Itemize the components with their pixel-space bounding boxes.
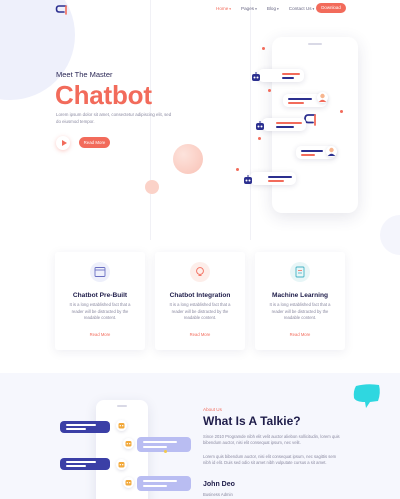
emoji-icon <box>164 450 167 453</box>
bubble-line <box>288 98 312 100</box>
avatar <box>123 477 134 488</box>
bubble-line <box>276 126 294 128</box>
bubble-line <box>66 461 96 463</box>
author-role: Business Admin <box>203 492 233 497</box>
nav-item-pages[interactable]: Pages▾ <box>241 6 257 11</box>
phone-notch <box>308 43 322 45</box>
user-icon <box>318 93 327 102</box>
bubble-line <box>143 441 177 443</box>
about-paragraph: Lorem quis bibendum auctor, nisi elit co… <box>203 454 337 466</box>
feature-icon-circle <box>290 262 310 282</box>
chevron-down-icon: ▾ <box>277 7 279 11</box>
nav-label: Pages <box>241 6 255 11</box>
feature-icon-circle <box>90 262 110 282</box>
hero-title: Chatbot <box>55 80 152 110</box>
feature-description: It is a long established fact that a rea… <box>269 302 331 320</box>
avatar <box>317 92 328 103</box>
top-navigation: Home▾ Pages▾ Blog▾ Contact Us▾ Download <box>0 0 400 20</box>
bubble-line <box>66 465 86 467</box>
decorative-circle <box>173 144 203 174</box>
background-blob <box>380 215 400 255</box>
bubble-line <box>301 150 323 152</box>
chat-bubble <box>262 118 306 131</box>
feature-card: Chatbot Pre-Built It is a long establish… <box>55 252 145 350</box>
feature-title: Chatbot Integration <box>169 292 231 299</box>
grid-line <box>250 0 251 240</box>
chat-bubble <box>60 458 110 470</box>
download-button[interactable]: Download <box>316 3 346 13</box>
lightbulb-icon <box>196 267 204 276</box>
bubble-line <box>276 122 302 124</box>
bubble-line <box>301 154 315 156</box>
chevron-down-icon: ▾ <box>312 7 315 11</box>
bubble-line <box>268 180 284 182</box>
chat-bubble <box>137 476 191 491</box>
decorative-dot <box>262 47 265 50</box>
robot-icon <box>252 72 260 81</box>
bubble-line <box>288 102 304 104</box>
nav-item-contact[interactable]: Contact Us▾ <box>289 6 315 11</box>
feature-description: It is a long established fact that a rea… <box>69 302 131 320</box>
decorative-dot <box>268 89 271 92</box>
robot-icon <box>118 462 125 468</box>
robot-icon <box>244 175 252 184</box>
speech-bubble-icon <box>353 384 380 408</box>
landing-page: Home▾ Pages▾ Blog▾ Contact Us▾ Download … <box>0 0 400 499</box>
feature-card: Chatbot Integration It is a long establi… <box>155 252 245 350</box>
main-menu: Home▾ Pages▾ Blog▾ Contact Us▾ <box>216 6 314 11</box>
bubble-line <box>282 73 300 75</box>
bubble-line <box>268 176 292 178</box>
bubble-line <box>143 446 167 448</box>
feature-description: It is a long established fact that a rea… <box>169 302 231 320</box>
hero-subtitle: Meet The Master <box>56 70 113 79</box>
nav-label: Blog <box>266 6 277 11</box>
feature-title: Chatbot Pre-Built <box>72 292 128 299</box>
avatar <box>123 438 134 449</box>
feature-card: Machine Learning It is a long establishe… <box>255 252 345 350</box>
feature-title: Machine Learning <box>271 292 329 299</box>
chevron-down-icon: ▾ <box>229 7 232 11</box>
bubble-line <box>143 485 167 487</box>
chevron-down-icon: ▾ <box>255 7 257 11</box>
nav-label: Home <box>216 6 229 11</box>
chat-bubble <box>60 421 110 433</box>
avatar <box>326 146 337 157</box>
nav-item-blog[interactable]: Blog▾ <box>267 6 279 11</box>
avatar <box>116 420 127 431</box>
nav-label: Contact Us <box>288 6 312 11</box>
chat-bubble <box>250 172 296 185</box>
decorative-dot <box>340 110 343 113</box>
document-icon <box>295 266 305 278</box>
about-title: What Is A Talkie? <box>203 414 301 428</box>
avatar <box>116 459 127 470</box>
robot-icon <box>125 480 132 486</box>
robot-icon <box>256 121 264 130</box>
user-icon <box>327 147 336 156</box>
decorative-circle <box>145 180 159 194</box>
play-video-button[interactable] <box>56 136 70 150</box>
decorative-dot <box>236 168 239 171</box>
decorative-dot <box>258 137 261 140</box>
author-name: John Deo <box>203 481 235 488</box>
bubble-line <box>282 77 294 79</box>
nav-item-home[interactable]: Home▾ <box>216 6 231 11</box>
bubble-line <box>66 424 96 426</box>
feature-read-more-link[interactable]: Read More <box>255 332 345 337</box>
calendar-icon <box>94 267 106 277</box>
bubble-line <box>66 428 86 430</box>
feature-read-more-link[interactable]: Read More <box>55 332 145 337</box>
phone-notch <box>117 405 127 407</box>
hero-description: Lorem ipsum dolor sit amet, consectetur … <box>56 112 172 124</box>
about-label: About Us <box>203 407 222 412</box>
feature-icon-circle <box>190 262 210 282</box>
robot-icon <box>118 423 125 429</box>
bubble-line <box>143 480 177 482</box>
about-paragraph: Since 2010 Programde nibh elit velit auc… <box>203 434 340 446</box>
read-more-button[interactable]: Read More <box>79 137 110 148</box>
chat-bubble <box>258 69 304 82</box>
feature-read-more-link[interactable]: Read More <box>155 332 245 337</box>
logo-icon[interactable] <box>55 4 69 16</box>
robot-icon <box>125 441 132 447</box>
